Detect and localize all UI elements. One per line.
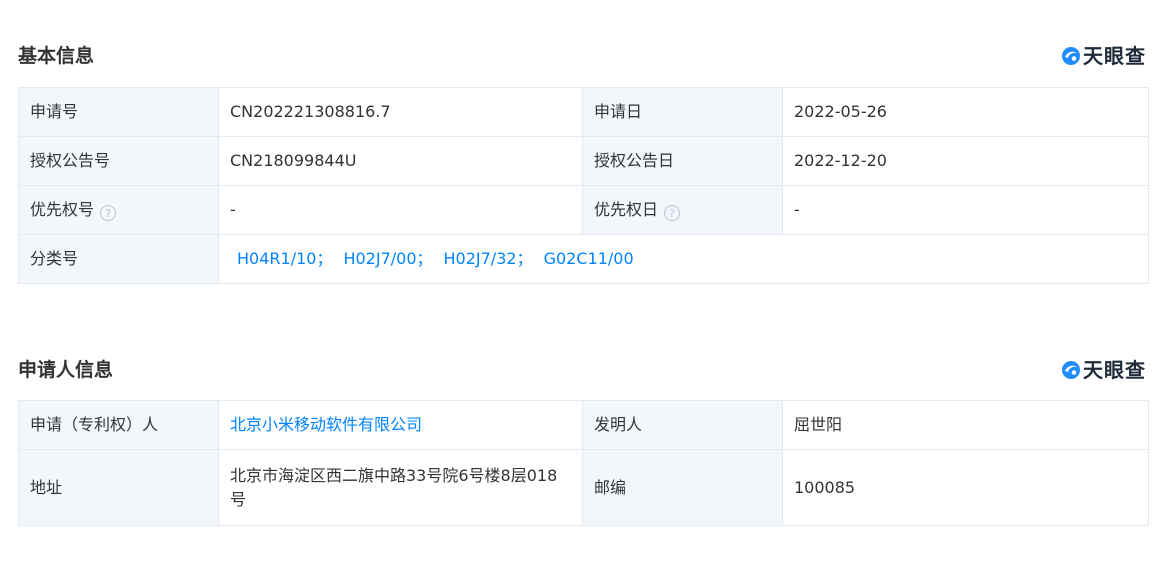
- classification-link[interactable]: H04R1/10: [237, 249, 316, 268]
- inventor-label: 发明人: [582, 400, 783, 450]
- priority-date-label-cell: 优先权日?: [582, 185, 783, 235]
- priority-no-label: 优先权号: [30, 200, 95, 219]
- publication-no-value: CN218099844U: [218, 136, 583, 186]
- basic-info-section: 基本信息 天眼查 申请号 CN202221308816.7 申请日 2022-0…: [18, 41, 1149, 284]
- applicant-link[interactable]: 北京小米移动软件有限公司: [230, 415, 422, 434]
- classification-separator: ；: [316, 249, 333, 268]
- postcode-value: 100085: [782, 449, 1149, 526]
- tianyancha-brand[interactable]: 天眼查: [1061, 358, 1146, 382]
- table-row: 申请（专利权）人 北京小米移动软件有限公司 发明人 屈世阳: [18, 400, 1149, 450]
- basic-info-header: 基本信息 天眼查: [18, 41, 1148, 71]
- address-label: 地址: [18, 449, 219, 526]
- classification-label: 分类号: [18, 234, 219, 284]
- priority-no-value: -: [218, 185, 583, 235]
- publication-date-value: 2022-12-20: [782, 136, 1149, 186]
- publication-date-label: 授权公告日: [582, 136, 783, 186]
- postcode-label: 邮编: [582, 449, 783, 526]
- priority-date-label: 优先权日: [594, 200, 659, 219]
- table-row: 优先权号? - 优先权日? -: [18, 185, 1149, 235]
- application-no-label: 申请号: [18, 87, 219, 137]
- priority-date-value: -: [782, 185, 1149, 235]
- basic-info-table: 申请号 CN202221308816.7 申请日 2022-05-26 授权公告…: [18, 87, 1149, 284]
- brand-text: 天眼查: [1083, 44, 1146, 68]
- section-title: 申请人信息: [18, 359, 114, 381]
- classification-separator: ；: [416, 249, 433, 268]
- applicant-info-section: 申请人信息 天眼查 申请（专利权）人 北京小米移动软件有限公司 发明人 屈世阳 …: [18, 355, 1149, 526]
- application-date-label: 申请日: [582, 87, 783, 137]
- classification-link[interactable]: H02J7/00: [343, 249, 416, 268]
- brand-text: 天眼查: [1083, 358, 1146, 382]
- tianyancha-brand[interactable]: 天眼查: [1061, 44, 1146, 68]
- applicant-value-cell: 北京小米移动软件有限公司: [218, 400, 583, 450]
- publication-no-label: 授权公告号: [18, 136, 219, 186]
- applicant-info-header: 申请人信息 天眼查: [18, 355, 1148, 385]
- applicant-info-table: 申请（专利权）人 北京小米移动软件有限公司 发明人 屈世阳 地址 北京市海淀区西…: [18, 400, 1149, 526]
- tianyancha-logo-icon: [1062, 47, 1080, 65]
- table-row: 申请号 CN202221308816.7 申请日 2022-05-26: [18, 87, 1149, 137]
- classification-value-cell: H04R1/10； H02J7/00； H02J7/32； G02C11/00: [218, 234, 1149, 284]
- table-row: 分类号 H04R1/10； H02J7/00； H02J7/32； G02C11/00: [18, 234, 1149, 284]
- section-title: 基本信息: [18, 45, 95, 67]
- application-date-value: 2022-05-26: [782, 87, 1149, 137]
- priority-no-label-cell: 优先权号?: [18, 185, 219, 235]
- table-row: 授权公告号 CN218099844U 授权公告日 2022-12-20: [18, 136, 1149, 186]
- inventor-value: 屈世阳: [782, 400, 1149, 450]
- tianyancha-logo-icon: [1062, 361, 1080, 379]
- classification-separator: ；: [516, 249, 533, 268]
- table-row: 地址 北京市海淀区西二旗中路33号院6号楼8层018号 邮编 100085: [18, 449, 1149, 526]
- address-value: 北京市海淀区西二旗中路33号院6号楼8层018号: [218, 449, 583, 526]
- application-no-value: CN202221308816.7: [218, 87, 583, 137]
- help-icon[interactable]: ?: [100, 205, 117, 221]
- classification-link[interactable]: G02C11/00: [544, 249, 634, 268]
- applicant-label: 申请（专利权）人: [18, 400, 219, 450]
- classification-link[interactable]: H02J7/32: [444, 249, 517, 268]
- help-icon[interactable]: ?: [664, 205, 681, 221]
